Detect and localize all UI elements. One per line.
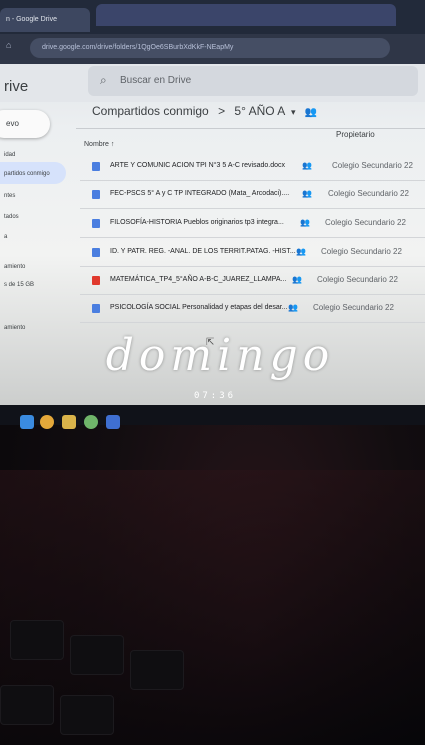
document-icon bbox=[92, 162, 100, 171]
app-icon[interactable] bbox=[84, 415, 98, 429]
sidebar bbox=[0, 102, 70, 342]
file-name: MATEMÁTICA_TP4_5°AÑO A-B-C_JUAREZ_LLAMPA… bbox=[110, 276, 287, 283]
file-row[interactable]: ID. Y PATR. REG. -ANAL. DE LOS TERRIT.PA… bbox=[80, 242, 425, 267]
file-row[interactable]: FILOSOFÍA-HISTORIA Pueblos originarios t… bbox=[80, 213, 425, 238]
keyboard-key bbox=[60, 695, 114, 735]
search-icon: ⌕ bbox=[100, 73, 107, 87]
file-name: ID. Y PATR. REG. -ANAL. DE LOS TERRIT.PA… bbox=[110, 248, 296, 255]
keyboard-key bbox=[130, 650, 184, 690]
chevron-down-icon[interactable]: ▾ bbox=[291, 107, 296, 117]
shared-icon: 👥 bbox=[302, 189, 312, 198]
browser-tab-bar: n - Google Drive bbox=[0, 0, 425, 34]
overlay-time: 07:36 bbox=[193, 391, 237, 401]
file-explorer-icon[interactable] bbox=[62, 415, 76, 429]
url-field[interactable]: drive.google.com/drive/folders/1QgOe6SBu… bbox=[30, 38, 390, 58]
document-icon bbox=[92, 304, 100, 313]
browser-tab-active[interactable] bbox=[96, 4, 396, 26]
search-placeholder: Buscar en Drive bbox=[120, 75, 192, 86]
file-row[interactable]: MATEMÁTICA_TP4_5°AÑO A-B-C_JUAREZ_LLAMPA… bbox=[80, 270, 425, 295]
home-icon[interactable]: ⌂ bbox=[6, 40, 11, 50]
keyboard-key bbox=[10, 620, 64, 660]
column-header-owner[interactable]: Propietario bbox=[336, 130, 375, 139]
file-name: PSICOLOGÍA SOCIAL Personalidad y etapas … bbox=[110, 304, 288, 311]
windows-start-icon[interactable] bbox=[20, 415, 34, 429]
breadcrumb-folder[interactable]: 5° AÑO A bbox=[234, 104, 284, 118]
sidebar-item-recent[interactable]: ntes bbox=[4, 193, 15, 199]
sidebar-item-storage[interactable]: amiento bbox=[4, 264, 25, 270]
pdf-icon bbox=[92, 276, 100, 285]
file-owner: Colegio Secundario 22 bbox=[328, 189, 409, 198]
sidebar-item-priority[interactable]: idad bbox=[4, 152, 15, 158]
word-icon[interactable] bbox=[106, 415, 120, 429]
column-header-name[interactable]: Nombre ↑ bbox=[84, 141, 114, 148]
overlay-day-word: domingo bbox=[105, 330, 335, 381]
sidebar-item-trash[interactable]: a bbox=[4, 234, 7, 240]
breadcrumb: Compartidos conmigo > 5° AÑO A ▾ 👥 bbox=[92, 104, 317, 118]
keyboard-key bbox=[0, 685, 54, 725]
shared-icon: 👥 bbox=[300, 218, 310, 227]
document-icon bbox=[92, 248, 100, 257]
file-owner: Colegio Secundario 22 bbox=[313, 303, 394, 312]
file-name: ARTE Y COMUNIC ACION TPI N°3 5 A-C revis… bbox=[110, 162, 286, 169]
document-icon bbox=[92, 219, 100, 228]
keyboard-key bbox=[70, 635, 124, 675]
sidebar-item-buy-storage[interactable]: amiento bbox=[4, 325, 25, 331]
sidebar-item-starred[interactable]: tados bbox=[4, 214, 19, 220]
file-name: FILOSOFÍA-HISTORIA Pueblos originarios t… bbox=[110, 219, 284, 226]
breadcrumb-root[interactable]: Compartidos conmigo bbox=[92, 104, 209, 118]
file-owner: Colegio Secundario 22 bbox=[325, 218, 406, 227]
breadcrumb-separator: > bbox=[218, 104, 226, 118]
photo-frame: n - Google Drive ⌂ drive.google.com/driv… bbox=[0, 0, 425, 745]
chrome-icon[interactable] bbox=[40, 415, 54, 429]
file-row[interactable]: FEC-PSCS 5° A y C TP INTEGRADO (Mata_ Ar… bbox=[80, 184, 425, 209]
file-owner: Colegio Secundario 22 bbox=[332, 161, 413, 170]
shared-icon: 👥 bbox=[302, 161, 312, 170]
file-owner: Colegio Secundario 22 bbox=[321, 247, 402, 256]
browser-tab[interactable]: n - Google Drive bbox=[0, 8, 90, 32]
new-button[interactable]: evo bbox=[0, 110, 50, 138]
shared-people-icon: 👥 bbox=[304, 107, 318, 118]
divider bbox=[76, 128, 425, 129]
search-box[interactable]: ⌕ Buscar en Drive bbox=[88, 66, 418, 96]
file-row[interactable]: PSICOLOGÍA SOCIAL Personalidad y etapas … bbox=[80, 298, 425, 323]
shared-icon: 👥 bbox=[292, 275, 302, 284]
document-icon bbox=[92, 190, 100, 199]
keyboard-area bbox=[0, 470, 425, 745]
shared-icon: 👥 bbox=[288, 303, 298, 312]
file-row[interactable]: ARTE Y COMUNIC ACION TPI N°3 5 A-C revis… bbox=[80, 156, 425, 181]
file-name: FEC-PSCS 5° A y C TP INTEGRADO (Mata_ Ar… bbox=[110, 190, 290, 197]
app-name: rive bbox=[4, 78, 29, 95]
shared-icon: 👥 bbox=[296, 247, 306, 256]
file-owner: Colegio Secundario 22 bbox=[317, 275, 398, 284]
storage-usage-text: s de 15 GB bbox=[4, 282, 35, 288]
sidebar-item-shared[interactable]: partidos conmigo bbox=[4, 171, 50, 177]
